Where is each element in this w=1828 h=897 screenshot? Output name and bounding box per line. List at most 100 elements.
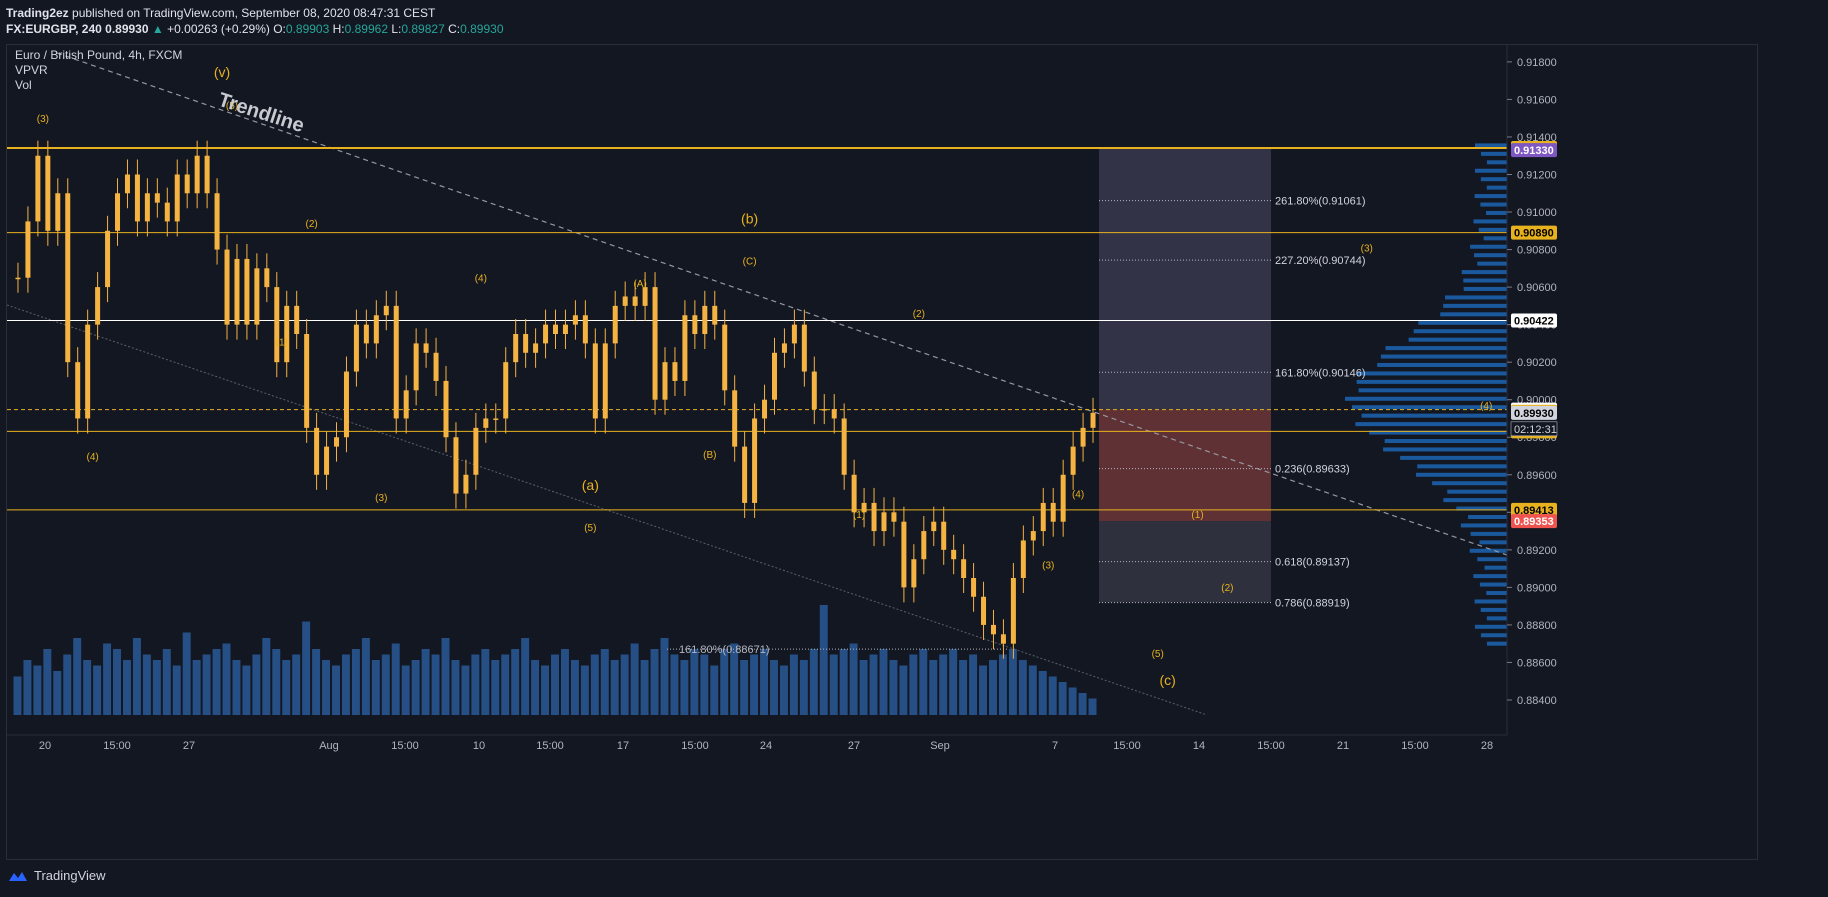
wave-label: (3) [1361, 243, 1373, 254]
volume-bar [202, 654, 211, 715]
candle-body [572, 315, 578, 325]
candle-body [244, 258, 250, 325]
candle-body [473, 427, 479, 475]
vpvr-bar [1479, 540, 1507, 545]
fib-low-label: 161.80%(0.88671) [679, 644, 770, 656]
candle-body [264, 268, 270, 288]
candle-body [234, 258, 240, 325]
price-change: +0.00263 (+0.29%) [167, 22, 270, 36]
y-tick-label: 0.89000 [1517, 582, 1557, 594]
price-tag-label: 0.89353 [1514, 516, 1554, 528]
candle-body [523, 334, 529, 353]
x-tick-label: Aug [319, 740, 339, 752]
stop-zone[interactable] [1099, 409, 1271, 522]
vpvr-bar [1356, 371, 1507, 376]
y-tick-label: 0.89600 [1517, 470, 1557, 482]
legend-vol[interactable]: Vol [15, 78, 32, 92]
volume-bar [760, 649, 769, 715]
candle-body [443, 380, 449, 438]
candle-body [393, 305, 399, 419]
volume-bar [969, 654, 978, 715]
candle-body [562, 324, 568, 335]
price-chart[interactable]: 261.80%(0.91061) 227.20%(0.90744) 161.80%(… [6, 45, 1757, 859]
candle-body [722, 324, 728, 391]
vpvr-bar [1383, 447, 1507, 452]
publish-line: Trading2ez published on TradingView.com,… [6, 6, 435, 20]
volume-bar [859, 660, 868, 715]
candle-body [652, 287, 658, 400]
volume-bar [103, 643, 112, 715]
x-tick-label: 15:00 [681, 740, 709, 752]
up-arrow-icon: ▲ [151, 22, 164, 36]
vpvr-bar [1417, 464, 1507, 469]
candle-body [1020, 540, 1026, 578]
chart-background [7, 45, 1757, 859]
x-tick-label: 27 [183, 740, 195, 752]
chart-frame[interactable]: 261.80%(0.91061) 227.20%(0.90744) 161.80%(… [6, 44, 1758, 860]
vpvr-bar [1486, 210, 1507, 215]
extension-zone[interactable] [1099, 521, 1271, 603]
volume-bar [710, 665, 719, 715]
volume-bar [132, 638, 141, 715]
fib-label-4: 0.618(0.89137) [1275, 557, 1350, 569]
volume-bar [610, 660, 619, 715]
vpvr-bar [1469, 548, 1507, 553]
vpvr-bar [1443, 303, 1507, 308]
y-tick-label: 0.89200 [1517, 545, 1557, 557]
volume-bar [1048, 676, 1057, 715]
vpvr-bar [1474, 168, 1507, 173]
vpvr-bar [1478, 227, 1507, 232]
wave-label: (2) [1221, 583, 1233, 594]
price-tag-label: 0.91330 [1514, 145, 1554, 157]
wave-label: (A) [633, 279, 646, 290]
candle-body [961, 559, 967, 578]
vpvr-bar [1480, 202, 1507, 207]
wave-label: (4) [1072, 489, 1084, 500]
author-name[interactable]: Trading2ez [6, 6, 69, 20]
wave-label: (4) [475, 273, 487, 284]
fib-label-3: 0.236(0.89633) [1275, 464, 1350, 476]
volume-bar [819, 605, 828, 715]
candle-body [801, 324, 807, 372]
candle-body [981, 596, 987, 625]
candle-body [841, 418, 847, 475]
y-tick-label: 0.91600 [1517, 94, 1557, 106]
candle-body [632, 296, 638, 306]
volume-bar [312, 649, 321, 715]
volume-bar [421, 649, 430, 715]
x-tick-label: 20 [39, 740, 51, 752]
target-zone[interactable] [1099, 148, 1271, 410]
footer-bar [0, 862, 1828, 897]
vpvr-bar [1463, 286, 1507, 291]
candle-body [901, 521, 907, 588]
vpvr-bar [1460, 523, 1507, 528]
candle-body [732, 390, 738, 447]
volume-bar [1078, 693, 1087, 715]
tradingview-logo[interactable]: TradingView [8, 868, 106, 883]
candle-body [363, 324, 369, 344]
volume-bar [989, 660, 997, 715]
candle-body [284, 305, 290, 363]
fib-label-2: 161.80%(0.90146) [1275, 367, 1366, 379]
vpvr-bar [1470, 244, 1507, 249]
vpvr-bar [1473, 219, 1507, 224]
volume-bar [391, 643, 400, 715]
volume-bar [600, 649, 609, 715]
vpvr-bar [1483, 236, 1507, 241]
candle-body [742, 446, 748, 503]
vpvr-bar [1413, 329, 1507, 334]
candle-body [25, 221, 31, 278]
volume-bar [332, 665, 340, 715]
candle-body [602, 343, 608, 419]
y-tick-label: 0.88600 [1517, 657, 1557, 669]
volume-bar [431, 654, 440, 715]
volume-bar [481, 649, 490, 715]
legend-vpvr[interactable]: VPVR [15, 63, 48, 77]
candle-body [811, 371, 817, 410]
x-tick-label: 10 [473, 740, 485, 752]
vpvr-bar [1479, 582, 1507, 587]
candle-body [154, 193, 160, 203]
volume-bar [262, 638, 271, 715]
volume-bar [1008, 649, 1017, 715]
wave-label: (5) [1152, 649, 1164, 660]
